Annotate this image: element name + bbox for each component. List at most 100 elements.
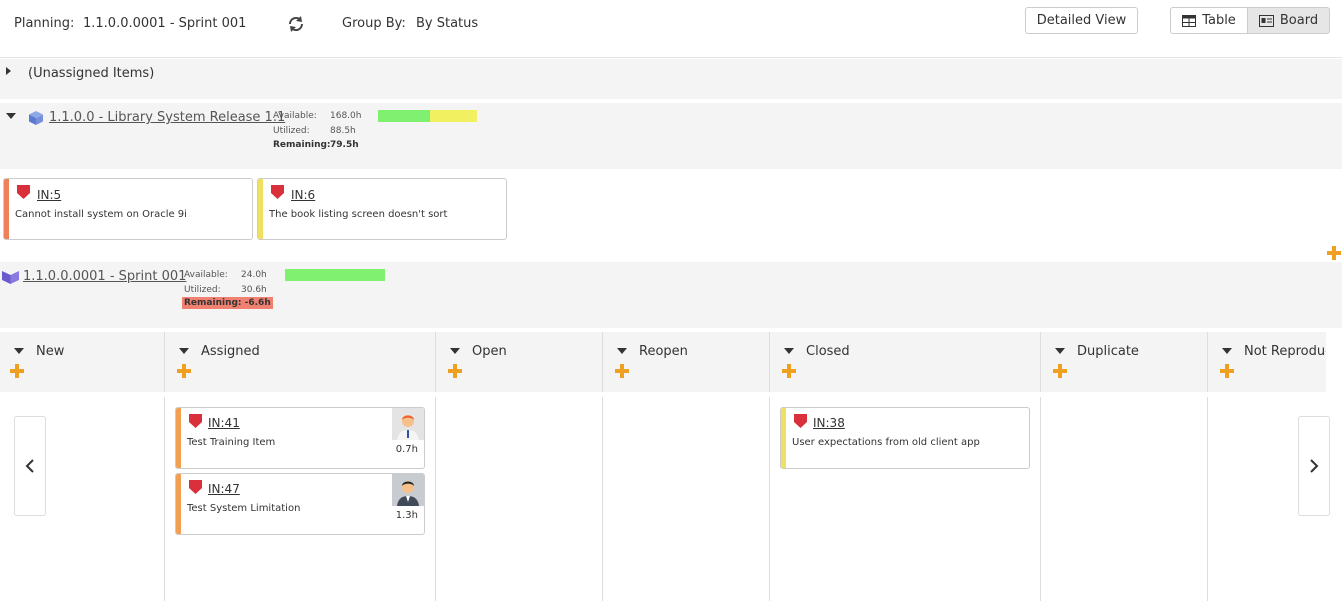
chevron-left-icon [25,459,34,473]
column-header-not-reproducible: Not Reproducible [1208,332,1326,392]
add-item-button[interactable] [10,364,24,378]
incident-icon [189,414,202,428]
column-header-duplicate: Duplicate [1041,332,1208,392]
table-view-button[interactable]: Table [1170,7,1248,34]
incident-icon [271,185,284,199]
column-divider [164,397,165,601]
item-hours: 0.7h [395,444,418,455]
table-icon [1182,14,1197,27]
scroll-right-button[interactable] [1298,416,1330,516]
item-id-link[interactable]: IN:41 [208,416,240,430]
sprint-available-value: 24.0h [241,270,267,280]
planning-selector[interactable]: 1.1.0.0.0001 - Sprint 001 [83,16,246,31]
column-header-reopen: Reopen [603,332,770,392]
release-utilized-label: Utilized: [273,126,310,136]
sprint-title-link[interactable]: 1.1.0.0.0001 - Sprint 001 [23,269,186,284]
column-name: New [36,344,65,359]
item-description: Test System Limitation [187,503,301,514]
column-name: Closed [806,344,850,359]
priority-bar [258,179,263,239]
column-collapse-icon[interactable] [1055,348,1065,354]
release-progress-fill [378,110,431,122]
column-name: Reopen [639,344,688,359]
item-card[interactable]: IN:6 The book listing screen doesn't sor… [257,178,507,240]
item-card[interactable]: IN:47 Test System Limitation 1.3h [175,473,425,535]
groupby-selector[interactable]: By Status [416,16,478,31]
column-name: Open [472,344,507,359]
column-collapse-icon[interactable] [14,348,24,354]
board-view-button[interactable]: Board [1247,7,1330,34]
item-description: User expectations from old client app [792,437,980,448]
add-item-button[interactable] [615,364,629,378]
collapse-icon[interactable] [6,113,16,119]
release-remaining-label: Remaining: [273,140,331,150]
add-item-button[interactable] [782,364,796,378]
column-header-assigned: Assigned [165,332,436,392]
board-label: Board [1279,13,1319,28]
item-description: Cannot install system on Oracle 9i [15,209,187,220]
detailed-view-button[interactable]: Detailed View [1025,7,1138,34]
board-icon [1258,14,1274,27]
planning-toolbar: Planning: 1.1.0.0.0001 - Sprint 001 Grou… [0,0,1342,58]
release-icon [28,110,44,126]
item-card[interactable]: IN:38 User expectations from old client … [780,407,1030,469]
item-description: Test Training Item [187,437,276,448]
release-progress-bar [378,110,477,122]
sprint-utilized-label: Utilized: [184,285,221,295]
column-collapse-icon[interactable] [179,348,189,354]
item-id-link[interactable]: IN:5 [37,188,61,202]
table-label: Table [1202,13,1236,28]
item-id-link[interactable]: IN:38 [813,416,845,430]
add-item-button[interactable] [1327,246,1341,260]
column-name: Duplicate [1077,344,1139,359]
groupby-label: Group By: [342,16,406,31]
add-item-button[interactable] [177,364,191,378]
column-divider [1040,397,1041,601]
add-item-button[interactable] [1053,364,1067,378]
incident-icon [17,185,30,199]
column-divider [1207,397,1208,601]
planning-label: Planning: [14,16,75,31]
column-collapse-icon[interactable] [784,348,794,354]
item-id-link[interactable]: IN:6 [291,188,315,202]
release-utilized-value: 88.5h [330,126,356,136]
column-header-new: New [0,332,165,392]
scroll-left-button[interactable] [14,416,46,516]
sprint-utilized-value: 30.6h [241,285,267,295]
incident-icon [189,480,202,494]
release-remaining-value: 79.5h [330,140,359,150]
add-item-button[interactable] [1220,364,1234,378]
sprint-icon [2,269,19,284]
avatar[interactable] [392,474,424,506]
avatar[interactable] [392,408,424,440]
priority-bar [781,408,786,468]
column-collapse-icon[interactable] [450,348,460,354]
column-collapse-icon[interactable] [1222,348,1232,354]
release-title-link[interactable]: 1.1.0.0 - Library System Release 1.1 [49,110,285,125]
column-name: Not Reproducible [1244,344,1326,359]
column-divider [435,397,436,601]
refresh-icon[interactable] [287,15,305,33]
item-description: The book listing screen doesn't sort [269,209,448,220]
add-item-button[interactable] [448,364,462,378]
sprint-available-label: Available: [184,270,228,280]
sprint-progress-bar [285,269,385,281]
column-header-open: Open [436,332,603,392]
column-name: Assigned [201,344,260,359]
sprint-remaining-badge: Remaining: -6.6h [182,297,273,309]
sprint-section: 1.1.0.0.0001 - Sprint 001 Available: 24.… [0,262,1342,328]
expand-icon[interactable] [6,67,11,75]
priority-bar [4,179,9,239]
item-id-link[interactable]: IN:47 [208,482,240,496]
priority-bar [176,408,181,468]
column-divider [602,397,603,601]
column-collapse-icon[interactable] [617,348,627,354]
chevron-right-icon [1310,459,1319,473]
item-card[interactable]: IN:5 Cannot install system on Oracle 9i [3,178,253,240]
release-section: 1.1.0.0 - Library System Release 1.1 Ava… [0,103,1342,169]
incident-icon [794,414,807,428]
unassigned-label[interactable]: (Unassigned Items) [28,66,154,81]
column-divider [769,397,770,601]
item-card[interactable]: IN:41 Test Training Item 0.7h [175,407,425,469]
release-available-value: 168.0h [330,111,362,121]
